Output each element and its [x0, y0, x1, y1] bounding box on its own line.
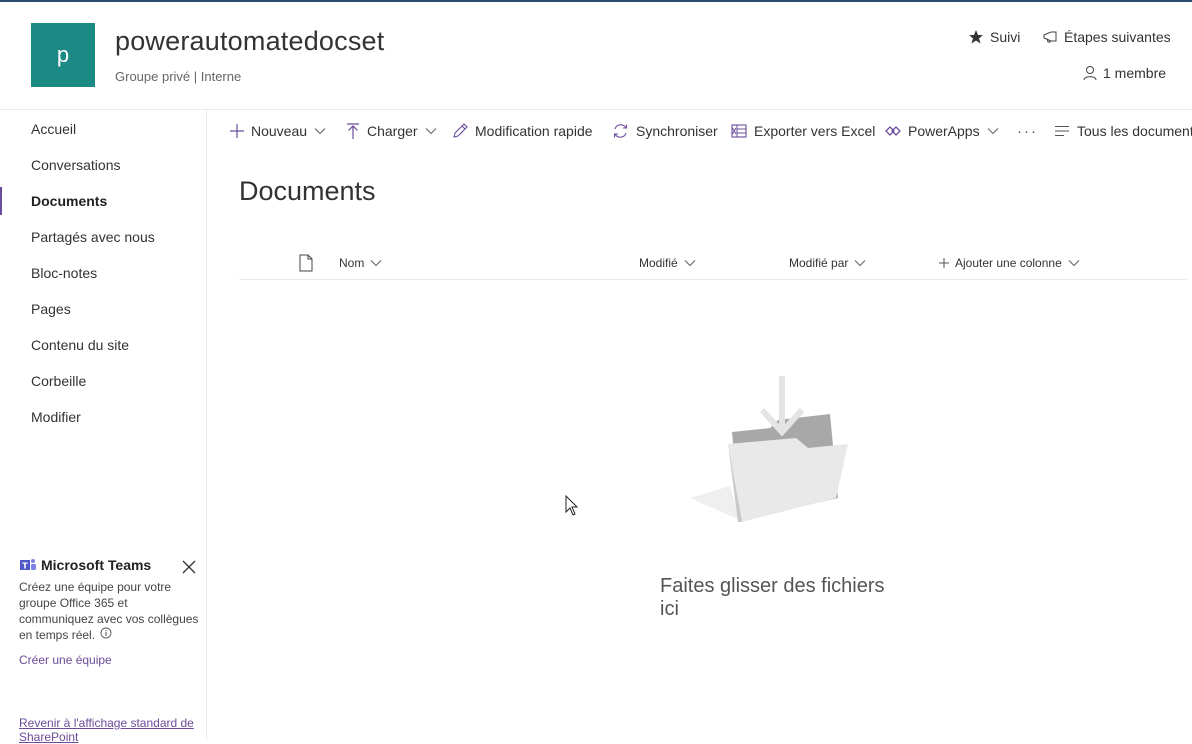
sync-button[interactable]: Synchroniser: [612, 110, 718, 152]
quick-edit-button[interactable]: Modification rapide: [452, 110, 593, 152]
nav-item-contenu-du-site[interactable]: Contenu du site: [0, 327, 206, 363]
nav-item-bloc-notes[interactable]: Bloc-notes: [0, 255, 206, 291]
plus-icon: [939, 257, 949, 268]
site-subtitle: Groupe privé | Interne: [115, 69, 242, 84]
upload-label: Charger: [367, 123, 418, 139]
upload-button[interactable]: Charger: [346, 110, 437, 152]
follow-label: Suivi: [990, 29, 1021, 45]
add-column-header[interactable]: Ajouter une colonne: [939, 246, 1080, 279]
close-icon[interactable]: [180, 558, 198, 576]
name-column-header[interactable]: Nom: [339, 246, 382, 279]
powerapps-icon: [885, 125, 901, 137]
nav-item-documents[interactable]: Documents: [0, 183, 206, 219]
site-logo[interactable]: p: [31, 23, 95, 87]
next-steps-label: Étapes suivantes: [1064, 29, 1171, 45]
command-bar: Nouveau Charger Modification rapide Sync…: [207, 110, 1192, 152]
follow-button[interactable]: Suivi: [968, 29, 1020, 45]
empty-folder-illustration: [690, 374, 850, 524]
chevron-down-icon: [987, 127, 999, 135]
megaphone-icon: [1042, 29, 1058, 45]
members-label: 1 membre: [1103, 65, 1167, 81]
nav-item-pages[interactable]: Pages: [0, 291, 206, 327]
nav-item-accueil[interactable]: Accueil: [0, 111, 206, 147]
teams-card-description: Créez une équipe pour votre groupe Offic…: [19, 580, 199, 642]
nav-item-conversations[interactable]: Conversations: [0, 147, 206, 183]
chevron-down-icon: [1068, 259, 1080, 267]
name-column-label: Nom: [339, 255, 365, 270]
star-icon: [968, 29, 984, 45]
upload-icon: [346, 123, 360, 139]
chevron-down-icon: [425, 127, 437, 135]
page-title: Documents: [239, 176, 376, 206]
chevron-down-icon: [314, 127, 326, 135]
file-type-column-header[interactable]: [298, 246, 314, 279]
site-header: p powerautomatedocset Groupe privé | Int…: [0, 2, 1192, 110]
teams-icon: T: [19, 557, 37, 573]
more-options-button[interactable]: ···: [1017, 110, 1038, 152]
powerapps-button[interactable]: PowerApps: [885, 110, 999, 152]
person-icon: [1083, 65, 1097, 81]
view-switcher-button[interactable]: Tous les documents: [1054, 110, 1192, 152]
sync-label: Synchroniser: [636, 123, 718, 139]
next-steps-button[interactable]: Étapes suivantes: [1042, 29, 1171, 45]
chevron-down-icon: [370, 259, 382, 267]
teams-promo-card: T Microsoft Teams Créez une équipe pour …: [19, 557, 199, 667]
teams-title-text: Microsoft Teams: [41, 557, 152, 573]
document-icon: [298, 254, 314, 272]
chevron-down-icon: [684, 259, 696, 267]
create-team-link[interactable]: Créer une équipe: [19, 653, 199, 667]
modified-column-header[interactable]: Modifié: [639, 246, 696, 279]
new-button[interactable]: Nouveau: [230, 110, 326, 152]
modified-by-column-header[interactable]: Modifié par: [789, 246, 866, 279]
new-label: Nouveau: [251, 123, 308, 139]
nav-item-modifier[interactable]: Modifier: [0, 399, 206, 435]
sync-icon: [612, 123, 629, 139]
modified-by-column-label: Modifié par: [789, 255, 849, 270]
export-excel-button[interactable]: Exporter vers Excel: [731, 110, 875, 152]
modified-column-label: Modifié: [639, 255, 678, 270]
excel-icon: [731, 123, 747, 139]
export-excel-label: Exporter vers Excel: [754, 123, 876, 139]
quick-edit-label: Modification rapide: [475, 123, 593, 139]
list-column-header: Nom Modifié Modifié par Ajouter une colo…: [239, 246, 1187, 280]
nav-item-corbeille[interactable]: Corbeille: [0, 363, 206, 399]
add-column-label: Ajouter une colonne: [955, 255, 1062, 270]
powerapps-label: PowerApps: [908, 123, 980, 139]
nav-item-partages[interactable]: Partagés avec nous: [0, 219, 206, 255]
view-label: Tous les documents: [1077, 123, 1192, 139]
pencil-icon: [452, 123, 468, 139]
members-button[interactable]: 1 membre: [1083, 65, 1166, 81]
svg-text:T: T: [22, 562, 28, 571]
site-title[interactable]: powerautomatedocset: [115, 26, 384, 57]
plus-icon: [230, 124, 244, 138]
teams-card-title: T Microsoft Teams: [19, 557, 199, 573]
empty-state-message: Faites glisser des fichiers ici: [660, 575, 885, 620]
info-icon[interactable]: [100, 627, 112, 639]
list-view-icon: [1054, 125, 1070, 137]
mouse-cursor-icon: [565, 495, 579, 517]
left-navigation: Accueil Conversations Documents Partagés…: [0, 110, 207, 744]
chevron-down-icon: [854, 259, 866, 267]
